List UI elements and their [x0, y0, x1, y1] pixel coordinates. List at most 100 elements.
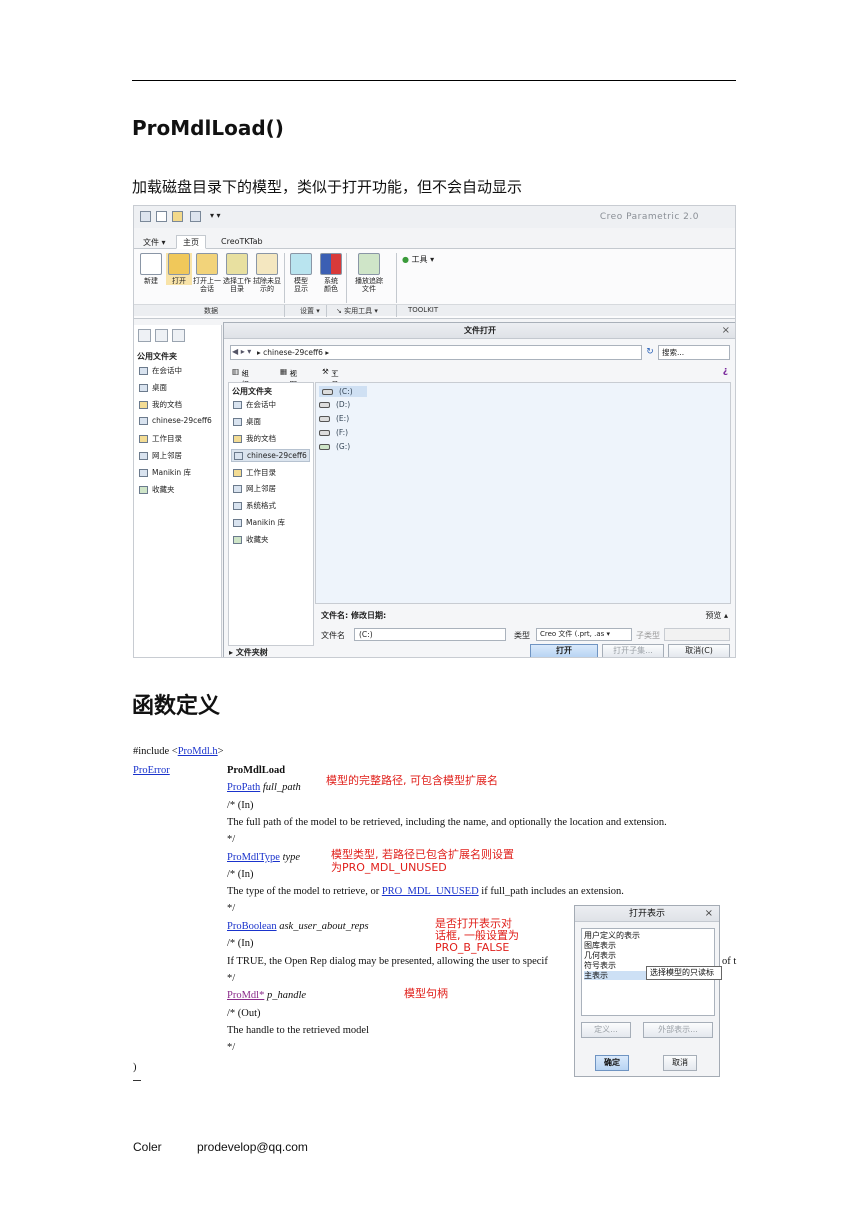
- close-icon[interactable]: ×: [705, 906, 713, 922]
- drive-item[interactable]: (G:): [319, 442, 350, 451]
- list-item[interactable]: 图库表示: [584, 941, 616, 950]
- param-type: ProMdlType type: [227, 852, 301, 863]
- drive-item[interactable]: (E:): [319, 414, 349, 423]
- type-link[interactable]: ProMdlType: [227, 852, 280, 863]
- tools-menu[interactable]: ● 工具 ▾: [402, 254, 434, 265]
- formats-icon: [233, 502, 242, 510]
- close-icon[interactable]: ×: [722, 323, 730, 339]
- refresh-icon[interactable]: ↻: [644, 345, 656, 360]
- nav-item-desktop[interactable]: 桌面: [139, 382, 167, 393]
- open-button[interactable]: 打开: [166, 253, 192, 285]
- help-icon[interactable]: ¿: [723, 366, 728, 376]
- address-bar[interactable]: ▸ chinese-29ceff6 ▸: [230, 345, 642, 360]
- nav-item-documents[interactable]: 我的文档: [139, 399, 182, 410]
- group-utilities[interactable]: ↘ 实用工具 ▾: [336, 306, 378, 316]
- tools-menu-dialog[interactable]: ⚒ 工具 ⌄: [322, 367, 339, 389]
- computer-icon: [234, 452, 243, 460]
- rep-tooltip: 选择模型的只读标: [646, 966, 722, 980]
- monitor-icon: [233, 401, 242, 409]
- drive-item[interactable]: (C:): [319, 386, 367, 397]
- folder-browser-icon[interactable]: [155, 329, 168, 342]
- nav-item-favorites[interactable]: 收藏夹: [139, 484, 175, 495]
- folder-icon: [139, 435, 148, 443]
- folder-item-working-dir[interactable]: 工作目录: [233, 467, 276, 478]
- drive-icon: [319, 430, 330, 436]
- type-link[interactable]: ProBoolean: [227, 921, 277, 932]
- folder-item-session[interactable]: 在会话中: [233, 399, 276, 410]
- tools-icon: ●: [402, 255, 409, 264]
- folder-item-network[interactable]: 网上邻居: [233, 483, 276, 494]
- colors-icon: [320, 253, 342, 275]
- search-input[interactable]: 搜索...: [658, 345, 730, 360]
- nav-item-in-session[interactable]: 在会话中: [139, 365, 182, 376]
- back-forward-buttons[interactable]: ◀ ▸ ▾: [232, 347, 251, 356]
- computer-icon: [139, 417, 148, 425]
- drive-icon: [322, 389, 333, 395]
- include-link[interactable]: ProMdl.h: [178, 746, 218, 757]
- drive-item[interactable]: (D:): [319, 400, 350, 409]
- folder-item-documents[interactable]: 我的文档: [233, 433, 276, 444]
- ribbon-group-bar: 数据 设置 ▾ ↘ 实用工具 ▾ TOOLKIT: [134, 304, 735, 317]
- model-display-button[interactable]: 模型显示: [288, 253, 314, 293]
- documents-icon: [139, 401, 148, 409]
- play-trail-button[interactable]: 播放追踪文件: [355, 253, 383, 293]
- nav-item-working-dir[interactable]: 工作目录: [139, 433, 182, 444]
- page-title: ProMdlLoad(): [132, 116, 284, 140]
- favorites-icon[interactable]: [172, 329, 185, 342]
- mdl-unused-link[interactable]: PRO_MDL_UNUSED: [382, 886, 479, 897]
- subtype-select[interactable]: [664, 628, 730, 641]
- list-item[interactable]: 用户定义的表示: [584, 931, 640, 940]
- nav-item-network[interactable]: 网上邻居: [139, 450, 182, 461]
- new-file-icon[interactable]: [156, 211, 167, 222]
- group-data: 数据: [204, 307, 218, 315]
- save-icon[interactable]: [190, 211, 201, 222]
- group-settings[interactable]: 设置 ▾: [300, 306, 320, 316]
- type-select[interactable]: Creo 文件 (.prt, .as ▾: [536, 628, 632, 641]
- cancel-button[interactable]: 取消: [663, 1055, 697, 1071]
- external-rep-button[interactable]: 外部表示...: [643, 1022, 713, 1038]
- open-last-session-button[interactable]: 打开上一会话: [193, 253, 221, 293]
- model-navigator: 公用文件夹 在会话中 桌面 我的文档 chinese-29ceff6 工作目录 …: [134, 325, 222, 657]
- folder-item-manikin[interactable]: Manikin 库: [233, 517, 285, 528]
- open-button-dialog[interactable]: 打开: [530, 644, 598, 657]
- cancel-button[interactable]: 取消(C): [668, 644, 730, 657]
- list-item[interactable]: 几何表示: [584, 951, 616, 960]
- system-colors-button[interactable]: 系统颜色: [318, 253, 344, 293]
- tab-file[interactable]: 文件 ▾: [136, 235, 173, 249]
- new-button[interactable]: 新建: [138, 253, 164, 285]
- nav-item-manikin[interactable]: Manikin 库: [139, 467, 191, 478]
- tab-home[interactable]: 主页: [176, 235, 206, 249]
- ok-button[interactable]: 确定: [595, 1055, 629, 1071]
- navigator-toolbar: [138, 329, 200, 343]
- folder-tree-toggle[interactable]: ▸ 文件夹树: [229, 647, 268, 657]
- group-toolkit: TOOLKIT: [408, 306, 439, 314]
- underscore-mark: [133, 1080, 141, 1081]
- folder-item-favorites[interactable]: 收藏夹: [233, 534, 269, 545]
- network-icon: [139, 452, 148, 460]
- folder-item-desktop[interactable]: 桌面: [233, 416, 261, 427]
- folder-item-computer[interactable]: chinese-29ceff6: [231, 449, 310, 462]
- type-link[interactable]: ProMdl*: [227, 990, 264, 1001]
- preview-toggle[interactable]: 预览 ▴: [705, 610, 728, 621]
- folder-item-system-formats[interactable]: 系统格式: [233, 500, 276, 511]
- open-subset-button[interactable]: 打开子集...: [602, 644, 664, 657]
- filename-label: 文件名: [321, 631, 345, 640]
- organize-menu[interactable]: ▥ 组织 ⌄: [232, 367, 249, 389]
- nav-item-computer[interactable]: chinese-29ceff6: [139, 416, 212, 425]
- drive-item[interactable]: (F:): [319, 428, 348, 437]
- select-working-dir-button[interactable]: 选择工作目录: [223, 253, 251, 293]
- view-menu[interactable]: ▦ 视图 ⌄: [280, 367, 297, 389]
- tab-creotk[interactable]: CreoTKTab: [214, 235, 270, 249]
- list-item[interactable]: 符号表示: [584, 961, 616, 970]
- comment-close: */: [227, 903, 236, 914]
- window-icon[interactable]: [140, 211, 151, 222]
- erase-not-displayed-button[interactable]: 拭除未显示的: [253, 253, 281, 293]
- return-type-link[interactable]: ProError: [133, 765, 170, 776]
- filename-input[interactable]: (C:): [354, 628, 506, 641]
- open-folder-icon[interactable]: [172, 211, 183, 222]
- type-link[interactable]: ProPath: [227, 782, 260, 793]
- define-button[interactable]: 定义...: [581, 1022, 631, 1038]
- param-ask-user: ProBoolean ask_user_about_reps: [227, 921, 369, 932]
- model-tree-icon[interactable]: [138, 329, 151, 342]
- dropdown-arrow-icon[interactable]: ▾ ▾: [210, 211, 221, 220]
